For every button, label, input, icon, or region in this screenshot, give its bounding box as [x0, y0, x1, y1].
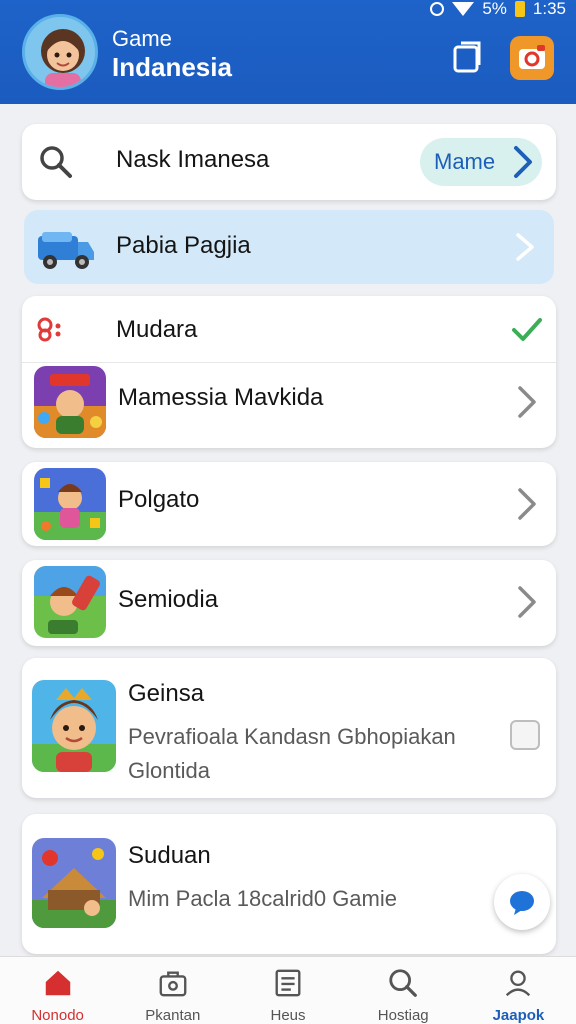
home-icon: [45, 970, 70, 996]
list-item-label: Pabia Pagjia: [116, 232, 251, 259]
truck-icon: [34, 220, 96, 274]
search-icon: [40, 146, 72, 178]
list-item-label: Mamessia Mavkida: [118, 384, 324, 411]
app-title-line1: Game: [112, 26, 172, 51]
profile-icon: [506, 970, 531, 997]
nav-item-news[interactable]: Heus: [230, 957, 345, 1024]
list-item-highlighted[interactable]: Pabia Pagjia: [24, 210, 554, 284]
chevron-right-icon: [514, 146, 532, 178]
nav-item-label: Hostiag: [377, 1007, 429, 1024]
search-bar[interactable]: Nask Imanesa Mame: [22, 124, 556, 200]
app-title-line2: Indanesia: [112, 52, 232, 83]
alarm-icon: [430, 2, 445, 16]
chevron-right-icon: [512, 227, 538, 267]
news-icon: [275, 969, 301, 997]
bottom-nav: Nonodo Pkantan Heus Hostiag Jaapok: [0, 956, 576, 1024]
clock: 1:35: [532, 0, 566, 18]
game-thumbnail: [32, 838, 116, 928]
nav-item-profile[interactable]: Jaapok: [461, 957, 576, 1024]
group-top-label: Mudara: [116, 316, 198, 343]
list-item[interactable]: Semiodia: [22, 560, 556, 646]
list-item-label: Polgato: [118, 486, 200, 513]
chat-fab-button[interactable]: [494, 874, 550, 930]
search-icon: [389, 969, 418, 997]
detail-card-title: Geinsa: [128, 680, 205, 707]
select-checkbox[interactable]: [510, 720, 540, 750]
nav-item-label: Nonodo: [31, 1007, 84, 1024]
nav-item-home[interactable]: Nonodo: [0, 957, 115, 1024]
game-thumbnail: [32, 680, 116, 772]
checkmark-icon: [512, 318, 542, 341]
signal-icon: [452, 2, 475, 16]
detail-card-subtitle-line1: Mim Pacla 18calrid0 Gamie: [128, 886, 397, 911]
search-action-button[interactable]: Mame: [420, 138, 542, 186]
game-thumbnail: [34, 566, 106, 638]
app-header: 5% 1:35 Game Indanesia: [0, 0, 576, 104]
avatar[interactable]: [22, 14, 98, 90]
chat-bubble-icon: [510, 891, 534, 915]
detail-card-title: Suduan: [128, 842, 211, 869]
chevron-right-icon: [514, 382, 540, 422]
game-thumbnail: [34, 468, 106, 540]
detail-card-subtitle-line1: Pevrafioala Kandasn Gbhopiakan: [128, 724, 456, 749]
battery-percent: 5%: [482, 0, 507, 18]
chevron-right-icon: [514, 484, 540, 524]
camera-icon[interactable]: [510, 36, 554, 80]
nav-item-label: Heus: [270, 1007, 306, 1024]
detail-card-subtitle-line2: Glontida: [128, 758, 210, 783]
list-item[interactable]: Mamessia Mavkida: [22, 362, 556, 448]
nav-item-label: Jaapok: [492, 1007, 545, 1024]
list-item-label: Semiodia: [118, 586, 219, 613]
status-bar: 5% 1:35: [430, 0, 566, 18]
game-thumbnail: [34, 366, 106, 438]
nav-item-label: Pkantan: [145, 1007, 201, 1024]
list-item[interactable]: Polgato: [22, 462, 556, 546]
app-title: Game Indanesia: [112, 26, 232, 84]
search-action-label: Mame: [434, 149, 496, 174]
search-label: Nask Imanesa: [116, 146, 270, 173]
detail-card[interactable]: Suduan Mim Pacla 18calrid0 Gamie: [22, 814, 556, 954]
detail-card[interactable]: Geinsa Pevrafioala Kandasn Gbhopiakan Gl…: [22, 658, 556, 798]
nav-item-search[interactable]: Hostiag: [346, 957, 461, 1024]
copy-icon[interactable]: [452, 40, 482, 74]
chevron-right-icon: [514, 582, 540, 622]
group-card: Mudara Mamessia Mavkida: [22, 296, 556, 448]
battery-icon: [514, 1, 525, 17]
nav-item-shop[interactable]: Pkantan: [115, 957, 230, 1024]
link-icon: [37, 317, 61, 342]
bag-icon: [159, 971, 187, 997]
